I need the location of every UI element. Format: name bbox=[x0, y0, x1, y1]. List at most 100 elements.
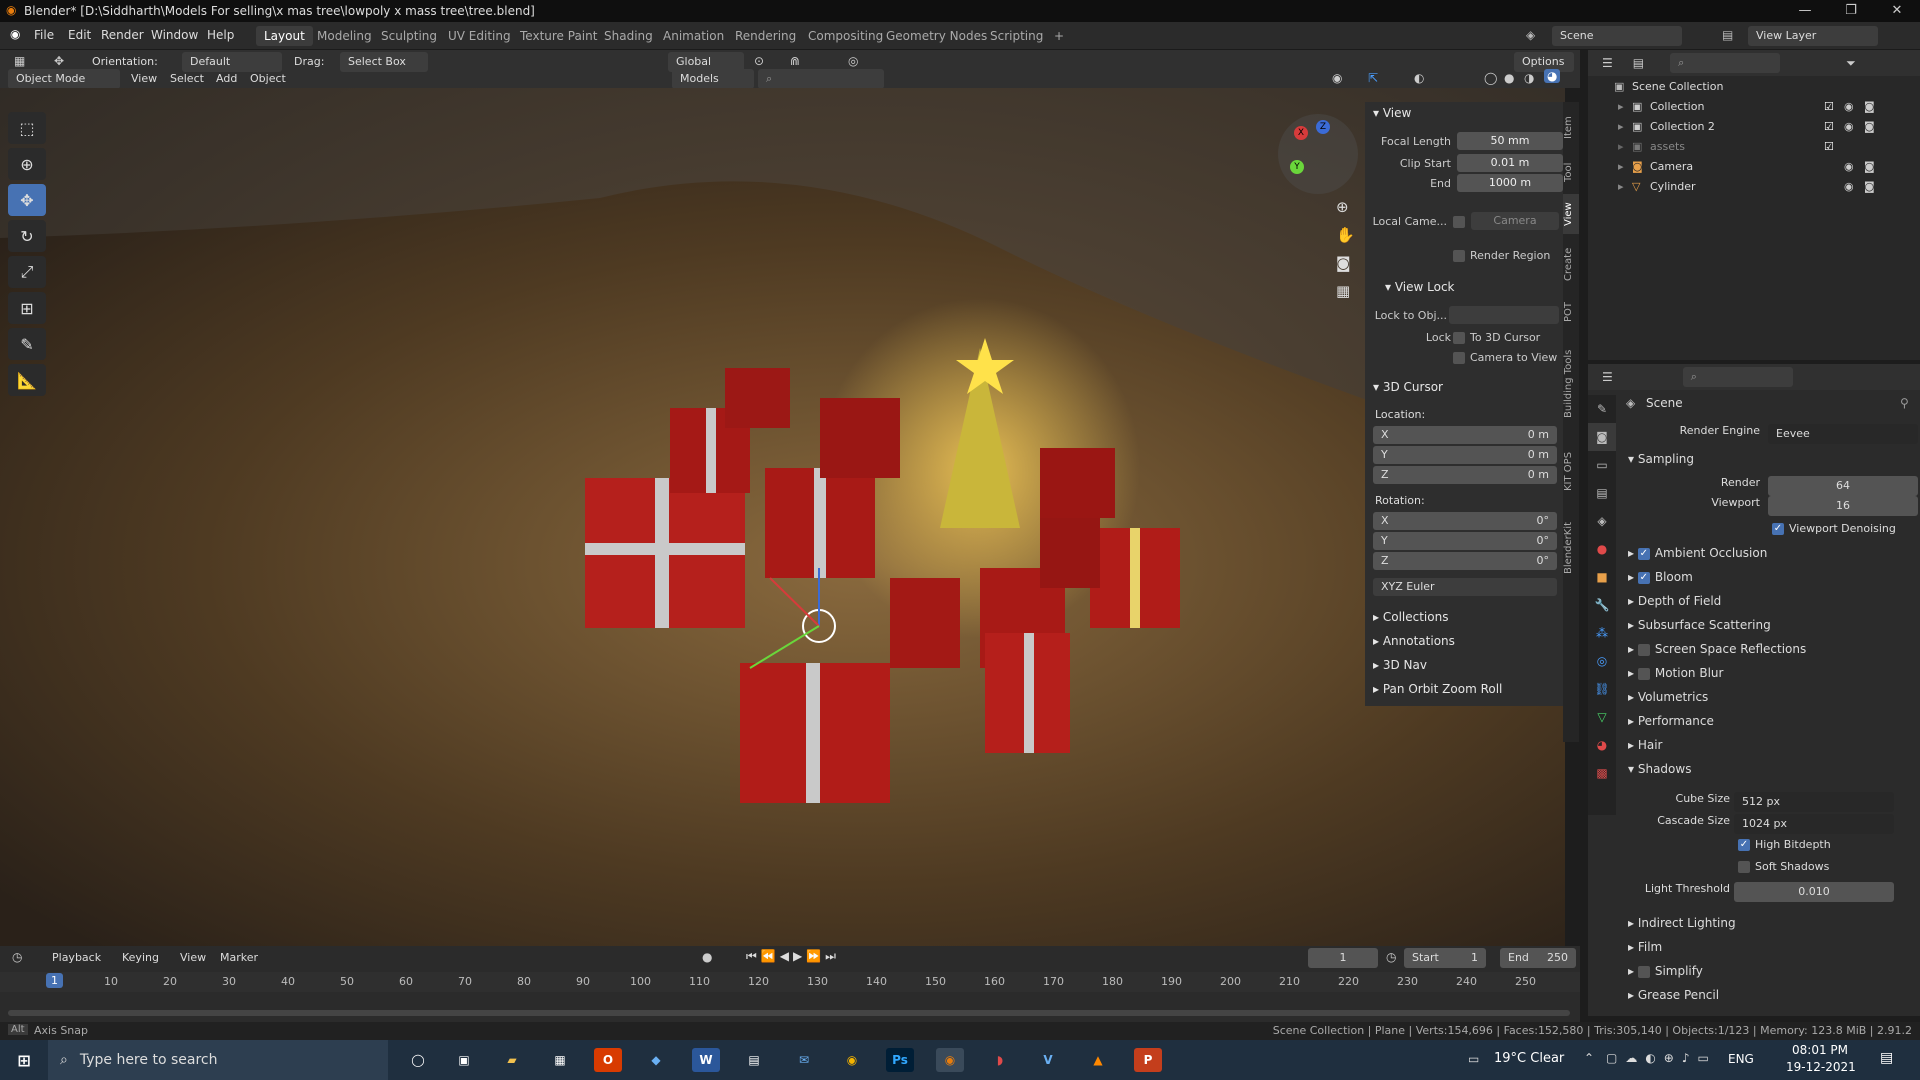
sampling-header[interactable]: ▾ Sampling bbox=[1618, 452, 1920, 474]
select-box-icon[interactable]: ⬚ bbox=[8, 112, 46, 144]
transform-tool-icon[interactable]: ⊞ bbox=[8, 292, 46, 324]
mode-dropdown[interactable]: Object Mode bbox=[8, 69, 120, 89]
app-icon[interactable]: V bbox=[1034, 1048, 1062, 1072]
soft-shadows-row[interactable]: Soft Shadows bbox=[1618, 860, 1920, 882]
task-view-icon[interactable]: ▣ bbox=[450, 1048, 478, 1072]
keying-menu[interactable]: Keying bbox=[122, 951, 159, 964]
motion-blur-checkbox[interactable] bbox=[1637, 667, 1650, 680]
close-button[interactable]: ✕ bbox=[1874, 0, 1920, 22]
section-screen-space-reflections[interactable]: ▸ Screen Space Reflections bbox=[1618, 642, 1920, 664]
auto-key-icon[interactable]: ● bbox=[702, 950, 712, 964]
expand-icon[interactable]: ▸ bbox=[1618, 100, 1624, 113]
display-mode-icon[interactable]: ▤ bbox=[1633, 56, 1644, 70]
cursor-tool-icon[interactable]: ⊕ bbox=[8, 148, 46, 180]
render-camera-icon[interactable]: ◙ bbox=[1864, 180, 1875, 193]
file-explorer-icon[interactable]: ▰ bbox=[498, 1048, 526, 1072]
select-menu[interactable]: Select bbox=[170, 72, 204, 85]
location-z-field[interactable]: Z 0 m bbox=[1373, 466, 1557, 484]
camera-to-view-checkbox[interactable] bbox=[1453, 352, 1465, 364]
section-indirect-lighting[interactable]: ▸ Indirect Lighting bbox=[1618, 916, 1920, 938]
outliner-item-assets[interactable]: ▸ ▣ assets ☑ bbox=[1588, 140, 1920, 160]
collections-section[interactable]: ▸ Collections bbox=[1373, 610, 1448, 624]
pin-icon[interactable]: ⚲ bbox=[1900, 396, 1909, 410]
tool-props-icon[interactable]: ✎ bbox=[1588, 395, 1616, 423]
playhead[interactable]: 1 bbox=[46, 973, 63, 988]
tray-icons[interactable]: ▢☁◐⊕♪▭ bbox=[1606, 1051, 1717, 1065]
photoshop-icon[interactable]: Ps bbox=[886, 1048, 914, 1072]
chrome-icon[interactable]: ◉ bbox=[838, 1048, 866, 1072]
minimize-button[interactable]: — bbox=[1782, 0, 1828, 22]
move-tool-icon[interactable]: ✥ bbox=[8, 184, 46, 216]
collection-checkbox[interactable]: ☑ bbox=[1824, 120, 1834, 133]
filter-icon[interactable]: ⏷ bbox=[1846, 56, 1856, 71]
ambient-occlusion-checkbox[interactable] bbox=[1637, 547, 1650, 560]
menu-render[interactable]: Render bbox=[101, 28, 144, 42]
location-x-field[interactable]: X 0 m bbox=[1373, 426, 1557, 444]
outliner-item-collection-2[interactable]: ▸ ▣ Collection 2 ☑ ◉ ◙ bbox=[1588, 120, 1920, 140]
tab-uv-editing[interactable]: UV Editing bbox=[440, 26, 519, 46]
section-subsurface-scattering[interactable]: ▸ Subsurface Scattering bbox=[1618, 618, 1920, 640]
app-icon[interactable]: ◆ bbox=[642, 1048, 670, 1072]
mail-icon[interactable]: ✉ bbox=[790, 1048, 818, 1072]
particles-props-icon[interactable]: ⁂ bbox=[1588, 619, 1616, 647]
tab-item[interactable]: Item bbox=[1563, 108, 1579, 148]
preview-range-icon[interactable]: ◷ bbox=[1386, 950, 1396, 964]
gizmo-z-icon[interactable]: Z bbox=[1316, 120, 1330, 134]
menu-help[interactable]: Help bbox=[207, 28, 234, 42]
add-workspace-button[interactable]: + bbox=[1046, 26, 1072, 46]
section-ambient-occlusion[interactable]: ▸ Ambient Occlusion bbox=[1618, 546, 1920, 568]
section-volumetrics[interactable]: ▸ Volumetrics bbox=[1618, 690, 1920, 712]
gizmo-icon[interactable]: ⇱ bbox=[1368, 71, 1378, 85]
tab-scripting[interactable]: Scripting bbox=[982, 26, 1051, 46]
blender-taskbar-icon[interactable]: ◉ bbox=[936, 1048, 964, 1072]
tab-shading[interactable]: Shading bbox=[596, 26, 661, 46]
notifications-icon[interactable]: ▤ bbox=[1880, 1050, 1893, 1066]
high-bitdepth-row[interactable]: High Bitdepth bbox=[1618, 838, 1920, 860]
annotations-section[interactable]: ▸ Annotations bbox=[1373, 634, 1455, 648]
expand-icon[interactable]: ▸ bbox=[1618, 160, 1624, 173]
outliner-item-camera[interactable]: ▸ ◙ Camera ◉ ◙ bbox=[1588, 160, 1920, 180]
location-y-field[interactable]: Y 0 m bbox=[1373, 446, 1557, 464]
tab-building-tools[interactable]: Building Tools bbox=[1563, 334, 1579, 434]
scene-selector[interactable]: Scene bbox=[1552, 26, 1682, 46]
render-camera-icon[interactable]: ◙ bbox=[1864, 160, 1875, 173]
section-motion-blur[interactable]: ▸ Motion Blur bbox=[1618, 666, 1920, 688]
view-menu[interactable]: View bbox=[131, 72, 157, 85]
editor-type-icon[interactable]: ▦ bbox=[14, 54, 25, 68]
properties-editor-icon[interactable]: ☰ bbox=[1602, 370, 1613, 384]
end-frame-field[interactable]: End 250 bbox=[1500, 948, 1576, 968]
view-section-header[interactable]: ▾ View bbox=[1373, 106, 1411, 120]
section-film[interactable]: ▸ Film bbox=[1618, 940, 1920, 962]
add-menu[interactable]: Add bbox=[216, 72, 237, 85]
rotation-x-field[interactable]: X 0° bbox=[1373, 512, 1557, 530]
playback-menu[interactable]: Playback bbox=[52, 951, 101, 964]
material-props-icon[interactable]: ◕ bbox=[1588, 731, 1616, 759]
constraints-props-icon[interactable]: ⛓ bbox=[1588, 675, 1616, 703]
outliner-item-cylinder[interactable]: ▸ ▽ Cylinder ◉ ◙ bbox=[1588, 180, 1920, 200]
rotation-y-field[interactable]: Y 0° bbox=[1373, 532, 1557, 550]
soft-shadows-checkbox[interactable] bbox=[1738, 861, 1750, 873]
visibility-eye-icon[interactable]: ◉ bbox=[1844, 120, 1854, 133]
visibility-eye-icon[interactable]: ◉ bbox=[1844, 160, 1854, 173]
powerpoint-icon[interactable]: P bbox=[1134, 1048, 1162, 1072]
menu-window[interactable]: Window bbox=[151, 28, 198, 42]
pan-hand-icon[interactable]: ✋ bbox=[1336, 226, 1355, 244]
outliner-item-collection[interactable]: ▸ ▣ Collection ☑ ◉ ◙ bbox=[1588, 100, 1920, 120]
outliner-editor-icon[interactable]: ☰ bbox=[1602, 56, 1613, 70]
tab-tool[interactable]: Tool bbox=[1563, 154, 1579, 190]
solid-shading-icon[interactable]: ● bbox=[1504, 71, 1514, 85]
blender-menu-icon[interactable]: ◉ bbox=[10, 27, 20, 41]
models-dropdown[interactable]: Models bbox=[672, 69, 754, 89]
render-camera-icon[interactable]: ◙ bbox=[1864, 120, 1875, 133]
output-props-icon[interactable]: ▭ bbox=[1588, 451, 1616, 479]
light-threshold-field[interactable]: 0.010 bbox=[1734, 882, 1894, 902]
clip-end-field[interactable]: 1000 m bbox=[1457, 174, 1563, 192]
ssr-checkbox[interactable] bbox=[1637, 643, 1650, 656]
start-frame-field[interactable]: Start 1 bbox=[1404, 948, 1486, 968]
lock-to-object-field[interactable] bbox=[1449, 306, 1559, 324]
properties-search-icon[interactable]: ⌕ bbox=[1682, 367, 1793, 387]
tab-rendering[interactable]: Rendering bbox=[727, 26, 804, 46]
menu-file[interactable]: File bbox=[34, 28, 54, 42]
material-shading-icon[interactable]: ◑ bbox=[1524, 71, 1534, 85]
rotation-z-field[interactable]: Z 0° bbox=[1373, 552, 1557, 570]
